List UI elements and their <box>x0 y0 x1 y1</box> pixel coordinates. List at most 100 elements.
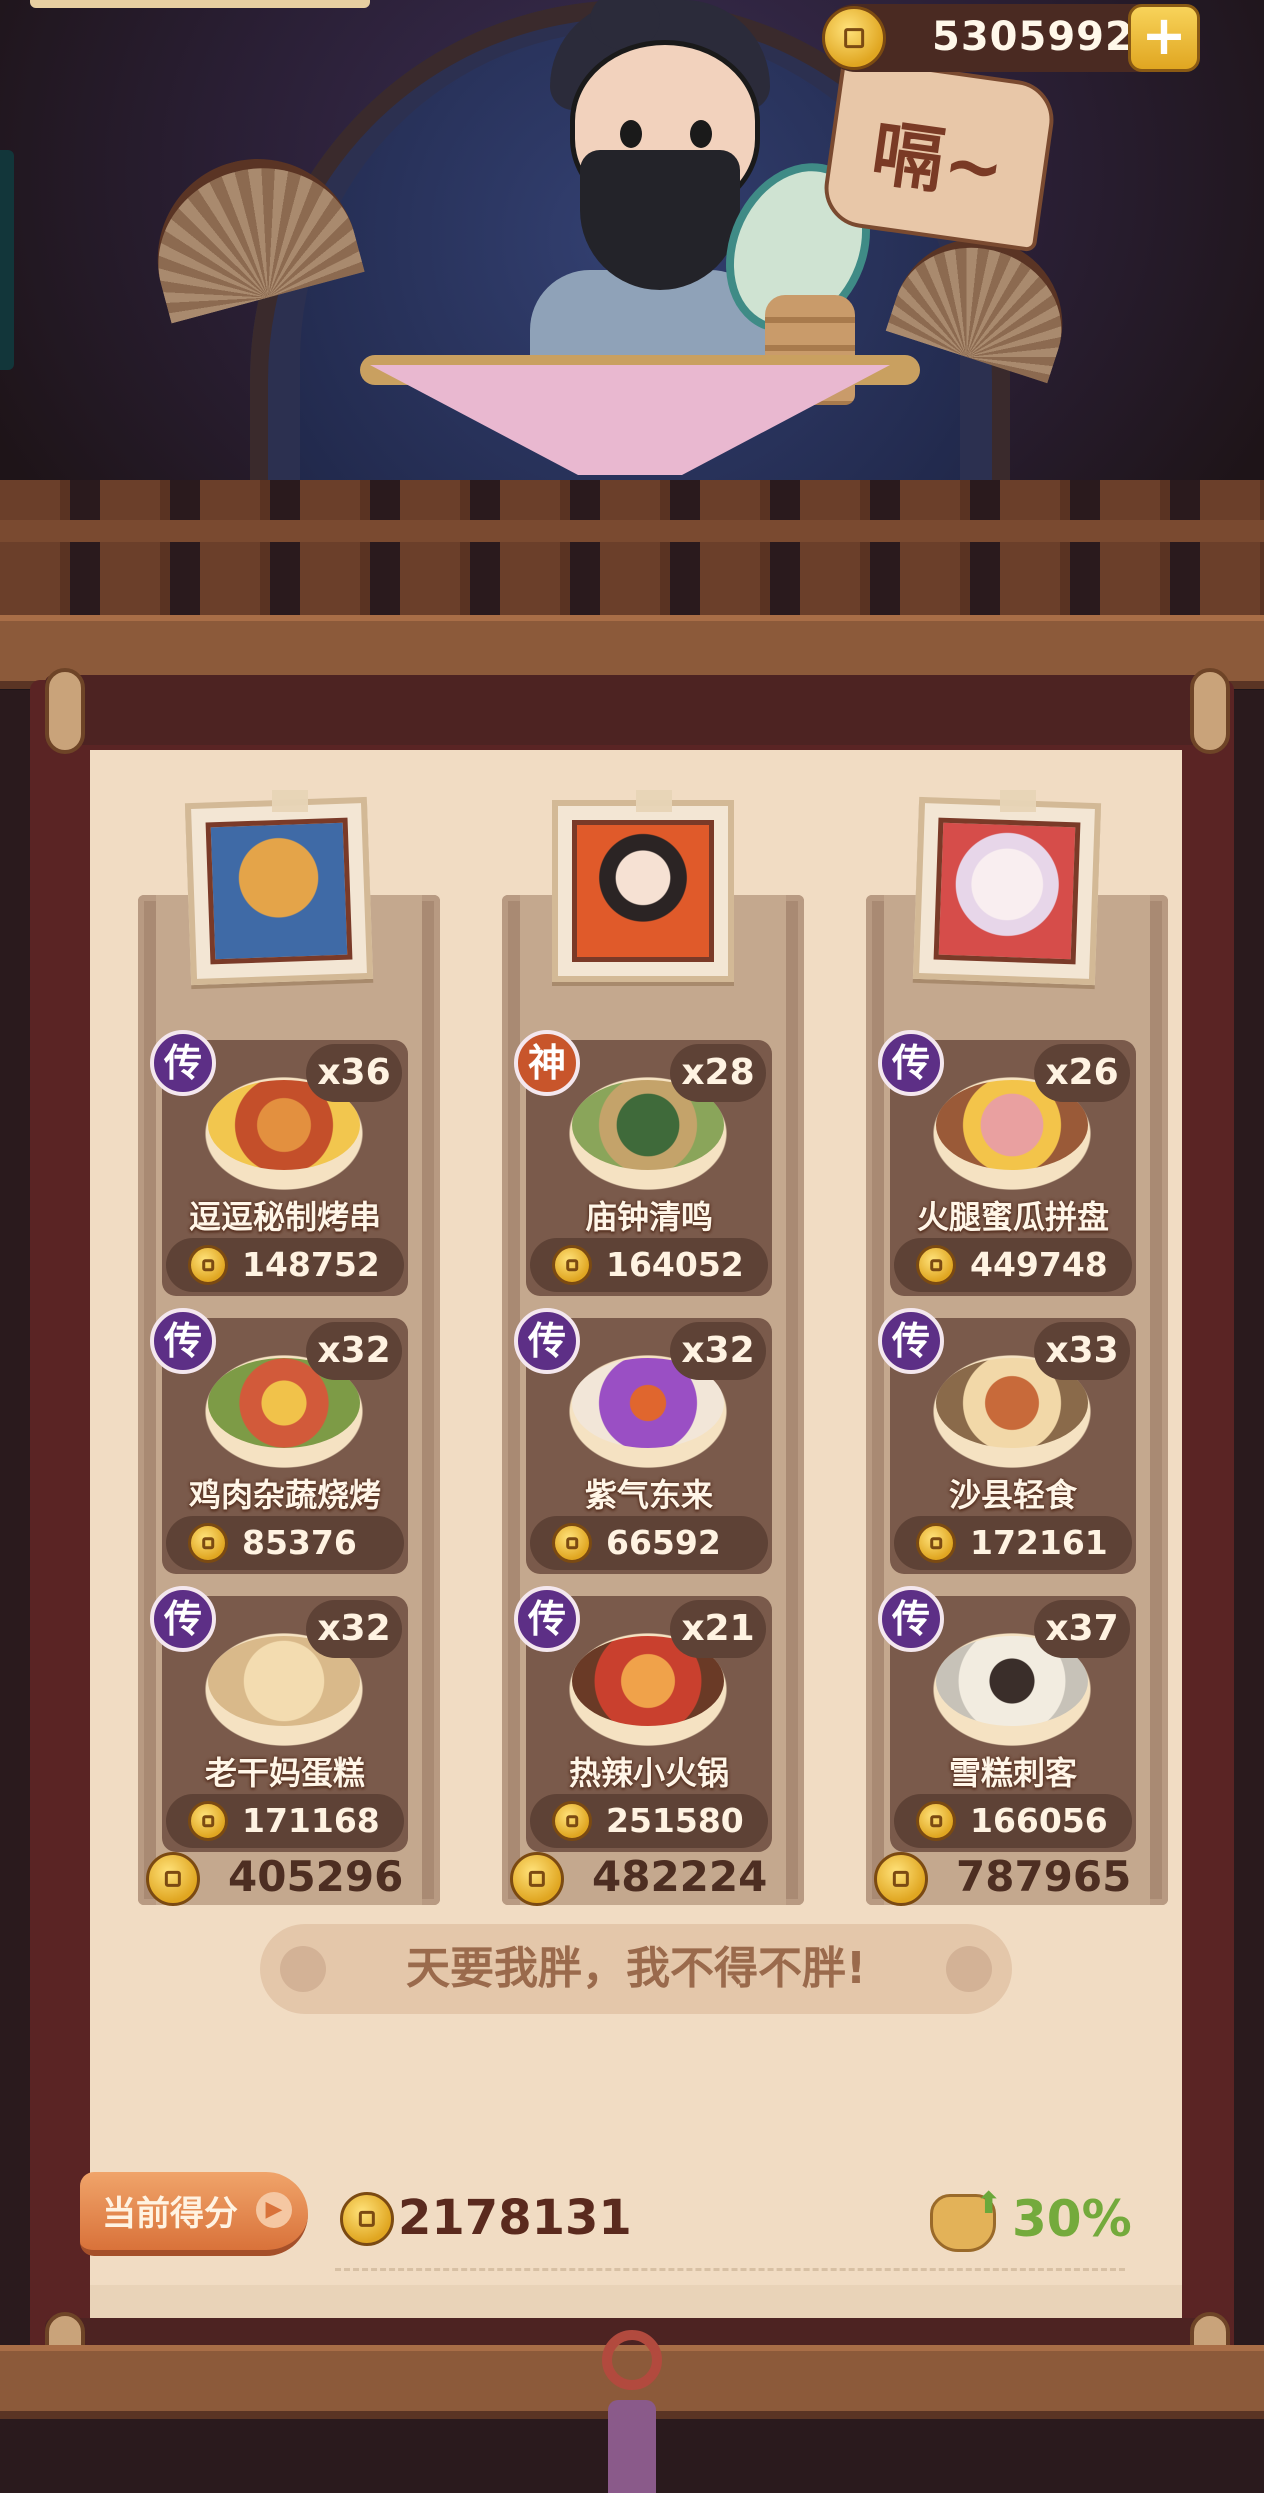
top-left-tab <box>30 0 370 8</box>
fence-rail <box>0 520 1264 542</box>
dish-card[interactable]: x33 传 沙县轻食 172161 <box>878 1308 1136 1574</box>
dish-price-value: 166056 <box>970 1801 1108 1840</box>
hero-portrait-red-hair[interactable] <box>552 800 734 982</box>
character-right-eye <box>690 120 712 148</box>
current-score-label: 当前得分 <box>102 2194 238 2234</box>
dish-price-value: 85376 <box>242 1523 357 1562</box>
up-arrow-icon: ⬆ <box>976 2186 1002 2221</box>
white-hair-avatar <box>933 817 1081 965</box>
tier-badge-legend: 传 <box>878 1308 944 1374</box>
dish-card[interactable]: x21 传 热辣小火锅 251580 <box>514 1586 772 1852</box>
dish-quantity: x32 <box>670 1322 766 1380</box>
hero-portrait-bear[interactable] <box>184 796 374 986</box>
dish-quantity: x32 <box>306 1600 402 1658</box>
dish-card[interactable]: x32 传 鸡肉杂蔬烧烤 85376 <box>150 1308 408 1574</box>
dish-name: 沙县轻食 <box>948 1476 1077 1514</box>
dish-price: 251580 <box>530 1794 768 1848</box>
dish-price-value: 251580 <box>606 1801 744 1840</box>
dish-quantity: x21 <box>670 1600 766 1658</box>
dish-price: 164052 <box>530 1238 768 1292</box>
restaurant-scene: 嗝~ <box>0 0 1264 690</box>
tier-badge-legend: 传 <box>514 1586 580 1652</box>
dish-card[interactable]: x28 神 庙钟清鸣 164052 <box>514 1030 772 1296</box>
character-beard <box>580 150 740 290</box>
slogan-text: 天要我胖，我不得不胖! <box>405 1943 867 1994</box>
gold-coin-icon <box>188 1523 228 1563</box>
dish-price-value: 66592 <box>606 1523 721 1562</box>
dish-price: 148752 <box>166 1238 404 1292</box>
dish-quantity: x28 <box>670 1044 766 1102</box>
tape <box>636 790 672 812</box>
column-total-value: 482224 <box>592 1852 768 1901</box>
gold-coin-icon <box>916 1523 956 1563</box>
dish-card[interactable]: x32 传 老干妈蛋糕 171168 <box>150 1586 408 1852</box>
dish-price-value: 148752 <box>242 1245 380 1284</box>
gold-coin-icon <box>916 1801 956 1841</box>
dish-quantity: x32 <box>306 1322 402 1380</box>
total-score-value: 2178131 <box>398 2190 632 2246</box>
scroll-top-rod <box>45 675 1219 745</box>
dish-price-value: 449748 <box>970 1245 1108 1284</box>
character-left-eye <box>620 120 642 148</box>
knot-tassel <box>590 2330 674 2493</box>
gold-balance-value: 5305992 <box>932 14 1134 60</box>
tier-badge-legend: 传 <box>150 1586 216 1652</box>
dish-price: 166056 <box>894 1794 1132 1848</box>
gold-coin-icon <box>916 1245 956 1285</box>
dish-name: 紫气东来 <box>584 1476 713 1514</box>
gold-coin-icon <box>552 1523 592 1563</box>
burp-sign-text: 嗝~ <box>866 109 1010 212</box>
gold-coin-icon <box>874 1852 928 1906</box>
dashed-divider <box>335 2268 1125 2271</box>
dish-price-value: 171168 <box>242 1801 380 1840</box>
tier-badge-legend: 传 <box>150 1308 216 1374</box>
gold-coin-icon <box>146 1852 200 1906</box>
dish-name: 雪糕刺客 <box>948 1754 1077 1792</box>
scroll-knob-top-right <box>1190 668 1230 754</box>
dish-card[interactable]: x36 传 逗逗秘制烤串 148752 <box>150 1030 408 1296</box>
dish-name: 火腿蜜瓜拼盘 <box>916 1198 1109 1236</box>
gold-coin-icon <box>552 1245 592 1285</box>
dish-quantity: x37 <box>1034 1600 1130 1658</box>
gold-coin-icon <box>340 2192 394 2246</box>
gold-coin-icon <box>188 1245 228 1285</box>
tier-badge-legend: 传 <box>514 1308 580 1374</box>
dish-name: 逗逗秘制烤串 <box>188 1198 381 1236</box>
dish-quantity: x33 <box>1034 1322 1130 1380</box>
dish-price: 66592 <box>530 1516 768 1570</box>
column-total-value: 787965 <box>956 1852 1132 1901</box>
add-gold-button[interactable]: + <box>1128 4 1200 72</box>
tier-badge-divine: 神 <box>514 1030 580 1096</box>
current-score-button[interactable]: 当前得分 ▶ <box>80 2172 308 2256</box>
gold-coin-icon <box>510 1852 564 1906</box>
hero-portrait-white-hair[interactable] <box>912 796 1102 986</box>
tier-badge-legend: 传 <box>878 1586 944 1652</box>
dish-price: 171168 <box>166 1794 404 1848</box>
bonus-percent: 30% <box>1012 2190 1132 2248</box>
arrow-right-icon: ▶ <box>256 2192 292 2228</box>
red-hair-avatar <box>572 820 714 962</box>
dish-name: 鸡肉杂蔬烧烤 <box>188 1476 381 1514</box>
burp-sign: 嗝~ <box>819 55 1059 253</box>
dish-card[interactable]: x32 传 紫气东来 66592 <box>514 1308 772 1574</box>
dish-name: 老干妈蛋糕 <box>204 1754 365 1792</box>
gold-coin-icon <box>552 1801 592 1841</box>
dish-card[interactable]: x37 传 雪糕刺客 166056 <box>878 1586 1136 1852</box>
tape <box>272 790 308 812</box>
bear-avatar <box>205 817 353 965</box>
dish-card[interactable]: x26 传 火腿蜜瓜拼盘 449748 <box>878 1030 1136 1296</box>
tier-badge-legend: 传 <box>150 1030 216 1096</box>
dish-name: 庙钟清鸣 <box>584 1198 713 1236</box>
dish-price: 449748 <box>894 1238 1132 1292</box>
column-total-value: 405296 <box>228 1852 404 1901</box>
dish-name: 热辣小火锅 <box>568 1754 729 1792</box>
side-panel-tab[interactable] <box>0 150 14 370</box>
dish-price-value: 164052 <box>606 1245 744 1284</box>
gold-coin-icon <box>822 6 886 70</box>
wooden-fence <box>0 480 1264 630</box>
dish-price-value: 172161 <box>970 1523 1108 1562</box>
tape <box>1000 790 1036 812</box>
gold-coin-icon <box>188 1801 228 1841</box>
dish-quantity: x36 <box>306 1044 402 1102</box>
tier-badge-legend: 传 <box>878 1030 944 1096</box>
